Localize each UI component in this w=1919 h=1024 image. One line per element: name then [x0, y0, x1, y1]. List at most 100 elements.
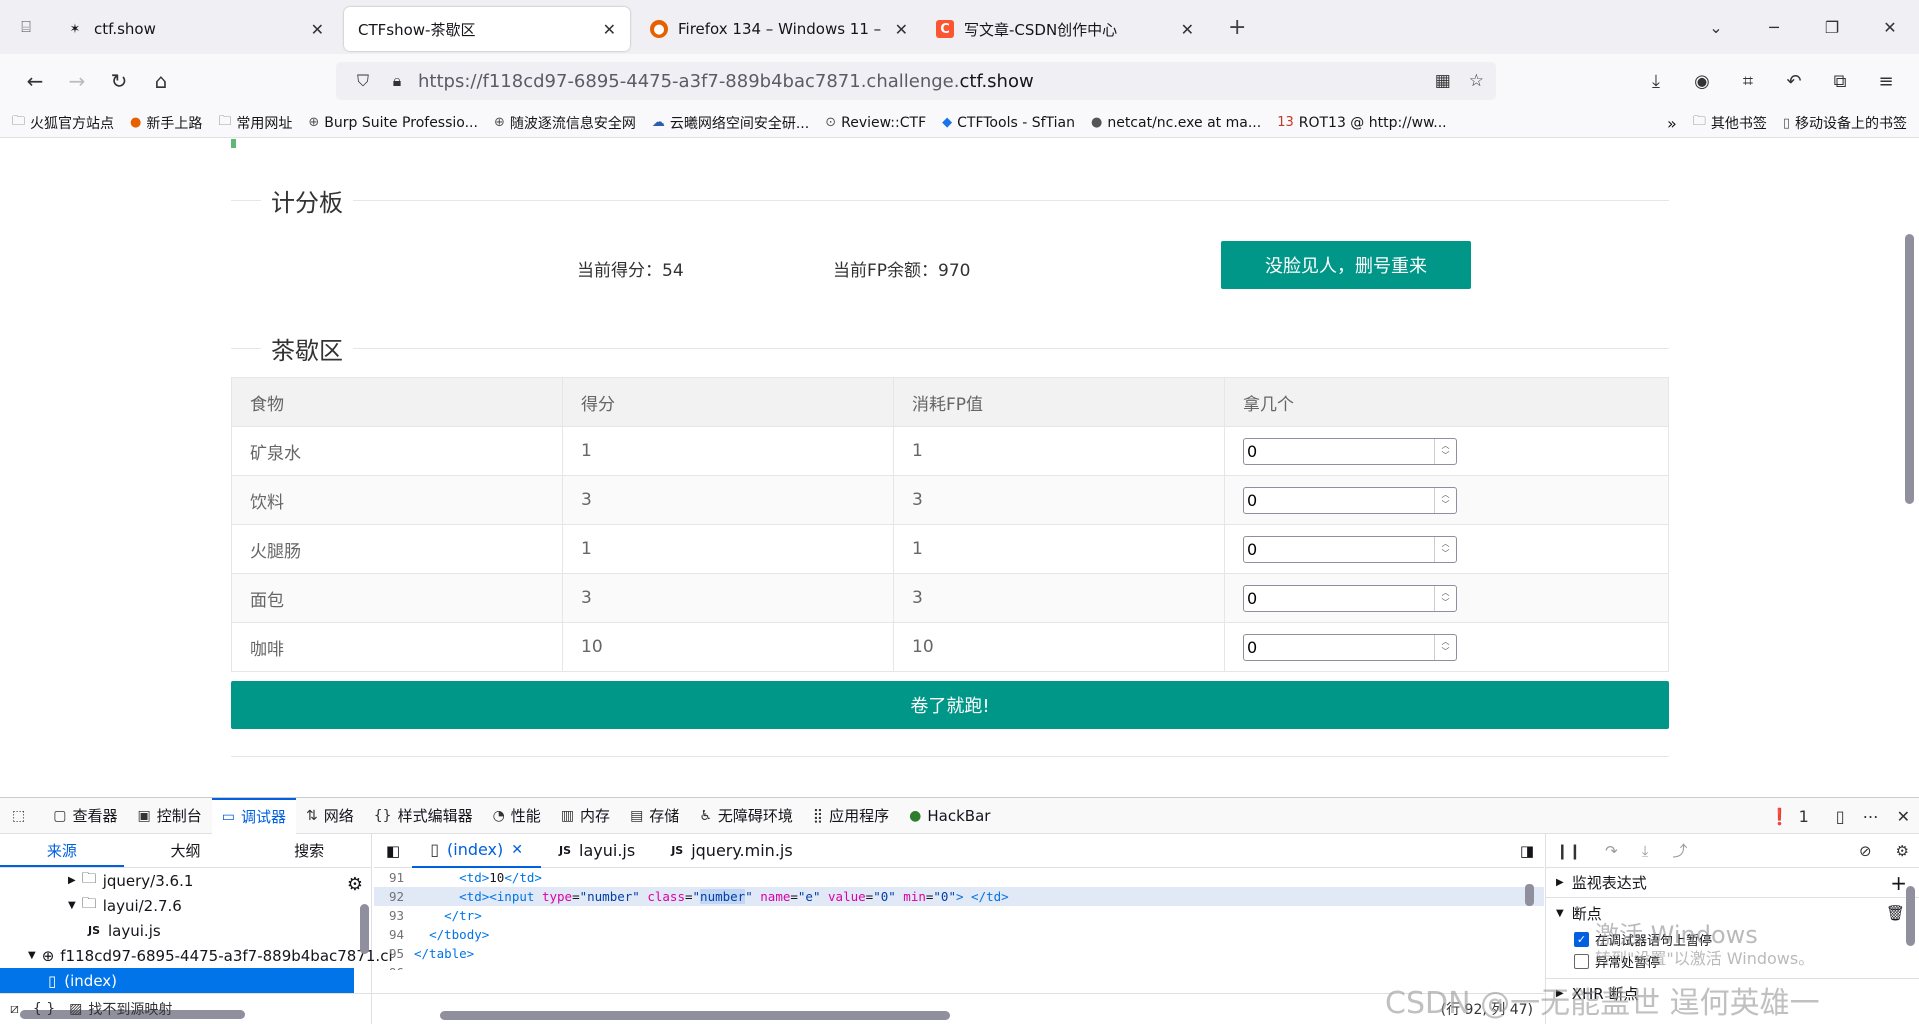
quantity-input[interactable]: 0 ︿ ﹀ — [1243, 584, 1457, 612]
account-icon[interactable]: ◉ — [1679, 71, 1725, 92]
close-icon[interactable]: ✕ — [603, 20, 616, 39]
trash-icon[interactable]: 🗑︎ — [1886, 904, 1905, 922]
spinner-icon[interactable]: ︿ ﹀ — [1434, 634, 1456, 660]
bookmark-item[interactable]: 🗀 火狐官方站点 — [12, 112, 114, 134]
new-tab-button[interactable]: + — [1228, 15, 1246, 40]
pretty-print-icon[interactable]: ⧄ — [10, 1001, 19, 1017]
quantity-input[interactable]: 0 ︿ ﹀ — [1243, 437, 1457, 465]
bookmark-item[interactable]: ☁ 云曦网络空间安全研... — [652, 113, 809, 133]
window-close-icon[interactable]: ✕ — [1861, 18, 1919, 37]
tab-application[interactable]: ⣿ 应用程序 — [803, 798, 899, 834]
braces-icon[interactable]: { } — [33, 1001, 55, 1017]
step-out-icon[interactable]: ⤴ — [1672, 840, 1687, 861]
tab-accessibility[interactable]: ♿︎ 无障碍环境 — [689, 798, 803, 834]
submit-button[interactable]: 卷了就跑! — [231, 681, 1669, 729]
more-options-icon[interactable]: ⋯ — [1863, 807, 1879, 826]
bookmark-item[interactable]: 🗀 其他书签 — [1693, 112, 1767, 134]
bookmark-item[interactable]: ⊕ Burp Suite Professio... — [308, 115, 478, 131]
more-bookmarks-icon[interactable]: » — [1667, 114, 1677, 133]
page-scrollbar[interactable] — [1900, 139, 1919, 797]
tab-inspector[interactable]: ▢ 查看器 — [43, 798, 127, 834]
tab-search[interactable]: 搜索 — [247, 834, 371, 867]
tree-item[interactable]: ▶ 🗀 jquery/3.6.1 — [0, 868, 371, 893]
scrollbar-thumb[interactable] — [1905, 234, 1914, 504]
source-tab-layui[interactable]: JS layui.js — [541, 834, 653, 868]
screenshot-icon[interactable]: ⌗ — [1725, 71, 1771, 92]
close-icon[interactable]: ✕ — [311, 20, 324, 39]
editor-v-scrollbar[interactable] — [1525, 884, 1534, 906]
reset-account-button[interactable]: 没脸见人，删号重来 — [1221, 241, 1471, 289]
sidebar-scrollbar[interactable] — [1906, 886, 1915, 946]
settings-icon[interactable]: ⚙ — [1896, 842, 1909, 860]
tree-item[interactable]: ▼ ⊕ f118cd97-6895-4475-a3f7-889b4bac7871.c… — [0, 943, 393, 968]
qr-code-icon[interactable]: ▦ — [1435, 71, 1451, 91]
shield-icon[interactable]: ⛉ — [350, 71, 376, 91]
close-icon[interactable]: ✕ — [895, 20, 908, 39]
undo-icon[interactable]: ↶ — [1771, 71, 1817, 92]
bookmark-star-icon[interactable]: ☆ — [1469, 71, 1484, 91]
browser-tab-firefox[interactable]: ● Firefox 134 – Windows 11 – 2 ✕ — [636, 7, 922, 51]
menu-icon[interactable]: ≡ — [1863, 71, 1909, 92]
toggle-sidebar-icon[interactable]: ◧ — [374, 842, 412, 860]
disable-breakpoints-icon[interactable]: ⊘ — [1859, 842, 1872, 860]
spinner-icon[interactable]: ︿ ﹀ — [1434, 536, 1456, 562]
spinner-icon[interactable]: ︿ ﹀ — [1434, 585, 1456, 611]
tab-hackbar[interactable]: ● HackBar — [899, 798, 1000, 834]
extensions-icon[interactable]: ⧉ — [1817, 71, 1863, 92]
downloads-icon[interactable]: ⤓ — [1633, 71, 1679, 92]
close-devtools-icon[interactable]: ✕ — [1897, 807, 1910, 826]
bookmark-item[interactable]: ⊕ 随波逐流信息安全网 — [494, 113, 636, 133]
error-badge[interactable]: ❗ 1 — [1770, 807, 1818, 826]
watch-expressions-header[interactable]: ▶ 监视表达式 + — [1546, 868, 1919, 898]
bookmark-item[interactable]: ● netcat/nc.exe at ma... — [1091, 115, 1261, 131]
minimize-icon[interactable]: ─ — [1745, 18, 1803, 37]
list-all-tabs-icon[interactable]: ⌄ — [1687, 18, 1745, 37]
bookmark-item[interactable]: ● 新手上路 — [130, 113, 202, 133]
browser-tab-teabreak[interactable]: CTFshow-茶歇区 ✕ — [344, 7, 630, 51]
bookmark-item[interactable]: ▯ 移动设备上的书签 — [1783, 113, 1907, 133]
gear-icon[interactable]: ⚙ — [347, 874, 363, 895]
bookmark-item[interactable]: 🗀 常用网址 — [218, 112, 292, 134]
tab-style-editor[interactable]: {} 样式编辑器 — [364, 798, 483, 834]
tab-outline[interactable]: 大纲 — [124, 834, 248, 867]
close-icon[interactable]: ✕ — [511, 842, 523, 858]
tab-debugger[interactable]: ▭ 调试器 — [211, 797, 296, 834]
restore-icon[interactable]: ❐ — [1803, 18, 1861, 37]
tab-memory[interactable]: ▥ 内存 — [551, 798, 620, 834]
bookmark-item[interactable]: 13 ROT13 @ http://ww... — [1277, 115, 1446, 131]
firefox-view-icon[interactable]: ⌸ — [0, 0, 52, 54]
code-editor[interactable]: 91 <td> 10 </td> 92 <td><input type = "numbe… — [374, 868, 1544, 970]
step-in-icon[interactable]: ⤓ — [1642, 842, 1649, 860]
tree-v-scrollbar[interactable] — [360, 904, 369, 954]
tree-item[interactable]: JS layui.js — [0, 918, 371, 943]
dock-icon[interactable]: ▯ — [1836, 807, 1845, 826]
quantity-input[interactable]: 0 ︿ ﹀ — [1243, 633, 1457, 661]
close-icon[interactable]: ✕ — [1181, 20, 1194, 39]
tab-console[interactable]: ▣ 控制台 — [127, 798, 211, 834]
tree-item[interactable]: ▼ 🗀 layui/2.7.6 — [0, 893, 371, 918]
tab-storage[interactable]: ▤ 存储 — [620, 798, 689, 834]
source-tab-index[interactable]: ▯ (index) ✕ — [412, 833, 541, 868]
spinner-icon[interactable]: ︿ ﹀ — [1434, 487, 1456, 513]
add-icon[interactable]: + — [1890, 871, 1907, 895]
quantity-input[interactable]: 0 ︿ ﹀ — [1243, 535, 1457, 563]
spinner-icon[interactable]: ︿ ﹀ — [1434, 438, 1456, 464]
tab-sources[interactable]: 来源 — [0, 834, 124, 867]
source-tab-jquery[interactable]: JS jquery.min.js — [653, 834, 811, 868]
browser-tab-csdn[interactable]: C 写文章-CSDN创作中心 ✕ — [922, 7, 1208, 51]
url-bar[interactable]: ⛉ 🔒︎ https://f118cd97-6895-4475-a3f7-889… — [336, 62, 1496, 100]
tab-network[interactable]: ⇅ 网络 — [296, 798, 364, 834]
pause-icon[interactable]: ❙❙ — [1556, 842, 1581, 860]
forward-icon[interactable]: → — [56, 69, 98, 93]
bookmark-item[interactable]: ⊙ Review::CTF — [825, 115, 926, 131]
bookmark-item[interactable]: ◆ CTFTools - SfTian — [942, 115, 1075, 131]
back-icon[interactable]: ← — [14, 69, 56, 93]
browser-tab-ctfshow[interactable]: ✶ ctf.show ✕ — [52, 7, 338, 51]
quantity-input[interactable]: 0 ︿ ﹀ — [1243, 486, 1457, 514]
step-over-icon[interactable]: ↷ — [1605, 842, 1618, 860]
lock-icon[interactable]: 🔒︎ — [384, 71, 410, 91]
reload-icon[interactable]: ↻ — [98, 69, 140, 93]
toggle-panel-icon[interactable]: ◨ — [1520, 842, 1534, 860]
element-picker-icon[interactable]: ⬚ — [0, 798, 43, 834]
home-icon[interactable]: ⌂ — [140, 69, 182, 93]
